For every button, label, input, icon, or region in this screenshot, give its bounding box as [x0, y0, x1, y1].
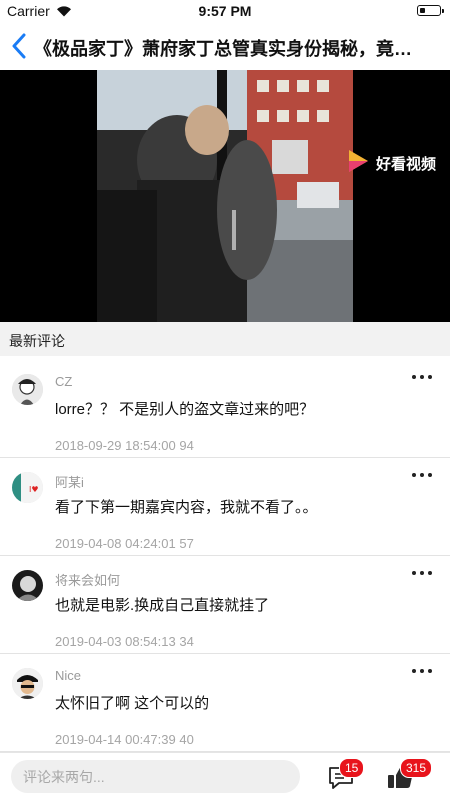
comment-likes: 40 [179, 732, 194, 747]
play-logo-icon [349, 150, 368, 172]
comment-author[interactable]: CZ [55, 374, 72, 389]
comment-meta: 2019-04-14 00:47:39 40 [55, 732, 194, 747]
comment-list: CZ lorre？？ 不是别人的盗文章过来的吧？ 2018-09-29 18:5… [0, 360, 450, 752]
watermark-text: 好看视频 [376, 156, 437, 173]
comment-time: 2019-04-14 00:47:39 [55, 732, 176, 747]
more-options-icon[interactable] [412, 473, 432, 479]
page-title: 《极品家丁》萧府家丁总管真实身份揭秘，竟… [34, 39, 412, 59]
comment-likes: 34 [179, 634, 194, 649]
back-arrow-icon[interactable] [10, 33, 28, 59]
comment-count-badge: 15 [339, 758, 365, 778]
comment-text: 太怀旧了啊 这个可以的 [55, 695, 210, 712]
comment-input[interactable] [11, 760, 300, 793]
comment-text: 看了下第一期嘉宾内容，我就不看了。。 [55, 499, 318, 516]
video-frame [97, 70, 353, 322]
section-title: 最新评论 [9, 333, 65, 349]
more-options-icon[interactable] [412, 571, 432, 577]
comment-likes: 57 [179, 536, 194, 551]
comment-item: 将来会如何 也就是电影.换成自己直接就挂了 2019-04-03 08:54:1… [0, 556, 450, 654]
clock: 9:57 PM [198, 3, 252, 19]
battery-icon [417, 5, 444, 16]
comment-item: I♥ 阿某i 看了下第一期嘉宾内容，我就不看了。。 2019-04-08 04:… [0, 458, 450, 556]
comment-author[interactable]: 阿某i [55, 472, 84, 491]
comment-likes: 94 [179, 438, 194, 453]
comment-meta: 2019-04-03 08:54:13 34 [55, 634, 194, 649]
avatar[interactable] [12, 570, 43, 601]
comment-input-bar: 15 315 [0, 752, 450, 800]
avatar[interactable]: I♥ [12, 472, 43, 503]
avatar[interactable] [12, 668, 43, 699]
navigation-bar: 《极品家丁》萧府家丁总管真实身份揭秘，竟… [0, 22, 450, 70]
comment-author[interactable]: Nice [55, 668, 81, 683]
comment-time: 2019-04-03 08:54:13 [55, 634, 176, 649]
avatar[interactable] [12, 374, 43, 405]
video-scene-image [97, 70, 353, 322]
video-player[interactable]: 好看视频 [0, 70, 450, 322]
more-options-icon[interactable] [412, 669, 432, 675]
like-count-badge: 315 [400, 758, 433, 778]
latest-comments-header: 最新评论 [0, 322, 450, 356]
comment-text: 也就是电影.换成自己直接就挂了 [55, 597, 270, 614]
comment-meta: 2019-04-08 04:24:01 57 [55, 536, 194, 551]
comment-text: lorre？？ 不是别人的盗文章过来的吧？ [55, 401, 315, 418]
more-options-icon[interactable] [412, 375, 432, 381]
comment-meta: 2018-09-29 18:54:00 94 [55, 438, 194, 453]
comment-time: 2019-04-08 04:24:01 [55, 536, 176, 551]
comment-author[interactable]: 将来会如何 [55, 570, 120, 589]
status-bar: Carrier 9:57 PM [0, 0, 450, 22]
comment-time: 2018-09-29 18:54:00 [55, 438, 176, 453]
comment-item: CZ lorre？？ 不是别人的盗文章过来的吧？ 2018-09-29 18:5… [0, 360, 450, 458]
svg-text:I♥: I♥ [29, 485, 39, 494]
comment-item: Nice 太怀旧了啊 这个可以的 2019-04-14 00:47:39 40 [0, 654, 450, 752]
